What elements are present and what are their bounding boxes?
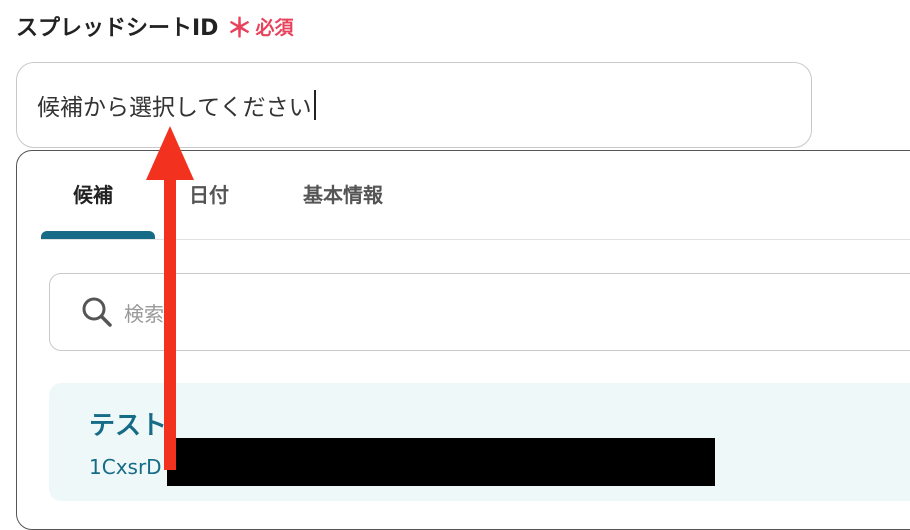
annotation-arrow-icon — [146, 126, 194, 470]
